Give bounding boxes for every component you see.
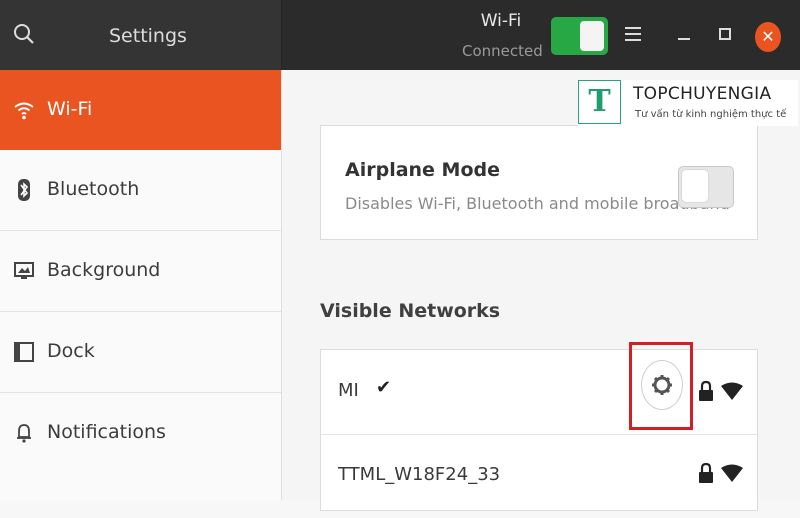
panel-status: Connected (462, 42, 543, 60)
watermark-logo: T (578, 80, 621, 124)
sidebar-header: Settings (0, 0, 282, 70)
toggle-knob (580, 21, 604, 51)
airplane-mode-card: Airplane Mode Disables Wi-Fi, Bluetooth … (320, 125, 758, 240)
network-row-ttml[interactable]: TTML_W18F24_33 (321, 434, 757, 518)
airplane-mode-title: Airplane Mode (345, 159, 500, 181)
airplane-mode-description: Disables Wi-Fi, Bluetooth and mobile bro… (345, 194, 730, 213)
wifi-panel: Airplane Mode Disables Wi-Fi, Bluetooth … (282, 70, 800, 511)
app-title: Settings (109, 25, 187, 47)
check-icon: ✔ (376, 377, 392, 398)
visible-networks-title: Visible Networks (320, 300, 501, 322)
network-settings-button[interactable] (641, 360, 683, 410)
sidebar-item-label: Wi-Fi (47, 98, 93, 120)
sidebar-item-label: Notifications (47, 421, 166, 443)
dock-icon (12, 340, 36, 364)
sidebar-item-label: Bluetooth (47, 178, 140, 200)
search-icon[interactable] (12, 22, 38, 48)
sidebar-item-dock[interactable]: Dock (0, 312, 281, 393)
minimize-icon[interactable] (677, 29, 691, 43)
bell-icon (12, 421, 36, 445)
highlight-box (629, 342, 693, 430)
lock-icon (698, 462, 714, 484)
wifi-signal-icon (721, 464, 743, 482)
lock-icon (698, 380, 714, 402)
gear-icon (652, 375, 672, 395)
airplane-mode-toggle[interactable] (678, 166, 734, 208)
wifi-icon (12, 98, 36, 122)
sidebar-item-label: Background (47, 259, 161, 281)
network-name: TTML_W18F24_33 (338, 464, 501, 485)
sidebar-item-notifications[interactable]: Notifications (0, 393, 281, 473)
close-icon[interactable]: ✕ (755, 22, 781, 52)
watermark-brand: TOPCHUYENGIA (633, 84, 772, 104)
bluetooth-icon (12, 178, 36, 202)
sidebar-item-label: Dock (47, 340, 95, 362)
panel-title: Wi-Fi (480, 11, 522, 31)
header-bar: Settings Wi-Fi Connected ✕ (0, 0, 800, 70)
network-list: MI ✔ TTML_W18F24_33 (320, 342, 758, 511)
sidebar-item-bluetooth[interactable]: Bluetooth (0, 150, 281, 231)
sidebar-item-wifi[interactable]: Wi-Fi (0, 70, 281, 150)
wifi-signal-icon (721, 382, 743, 400)
wifi-toggle[interactable] (551, 17, 608, 55)
network-row-mi[interactable]: MI ✔ (321, 342, 757, 435)
watermark: T TOPCHUYENGIA Tư vấn từ kinh nghiệm thự… (578, 80, 798, 126)
network-name: MI (338, 380, 359, 401)
sidebar: Wi-Fi Bluetooth Background Dock Notifica… (0, 70, 282, 500)
sidebar-item-background[interactable]: Background (0, 231, 281, 312)
maximize-icon[interactable] (717, 26, 731, 40)
toggle-knob (682, 170, 708, 202)
watermark-slogan: Tư vấn từ kinh nghiệm thực tế (635, 109, 787, 120)
background-icon (12, 259, 36, 283)
menu-icon[interactable] (623, 24, 643, 44)
